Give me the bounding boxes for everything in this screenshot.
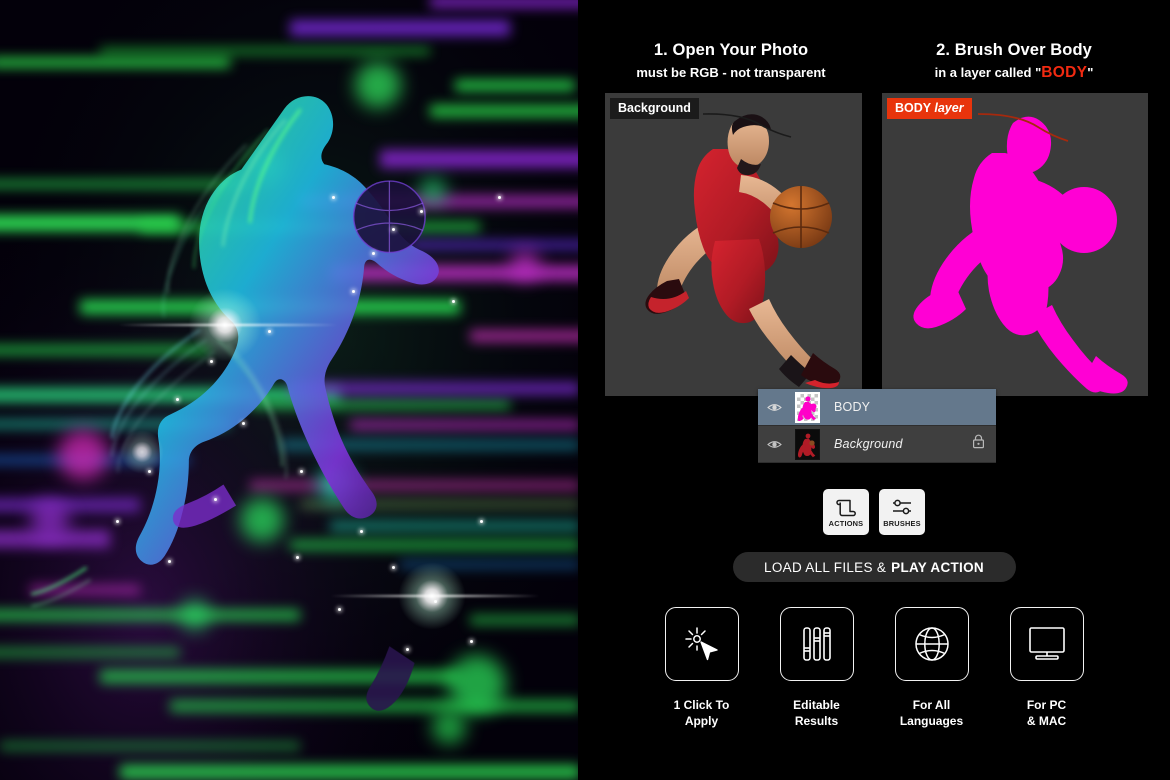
layer-row-body[interactable]: BODY [758,389,996,426]
feature-one-click-line1: 1 Click To [673,698,730,712]
load-button-row: LOAD ALL FILES & PLAY ACTION [578,552,1170,582]
load-button-text-bold: PLAY ACTION [891,559,984,575]
feature-one-click: 1 Click To Apply [660,607,744,729]
monitor-icon [1028,627,1065,660]
features-row: 1 Click To Apply Editable Results For Al… [578,607,1170,729]
body-layer-tag: BODY layer [887,98,972,119]
leader-line-body [977,111,1070,148]
actions-button-label: ACTIONS [828,519,864,528]
feature-editable: Editable Results [775,607,859,729]
layer-name-background: Background [834,437,903,451]
feature-languages-line1: For All [912,698,951,712]
feature-languages-label: For All Languages [900,697,963,729]
feature-one-click-label: 1 Click To Apply [674,697,730,729]
step-1-subtitle: must be RGB - not transparent [636,65,826,80]
instructions-panel: 1. Open Your Photo must be RGB - not tra… [578,0,1170,780]
neon-artwork [0,0,578,780]
layer-thumbnail-background [791,428,824,461]
layer-thumbnail-body [791,391,824,424]
body-layer-tag-italic: layer [934,101,964,115]
lens-flare-mid [120,430,164,474]
feature-pc-mac-box[interactable] [1009,607,1084,681]
feature-languages-box[interactable] [894,607,969,681]
load-button-text-regular: LOAD ALL FILES & [764,559,887,575]
eye-icon-background[interactable] [758,439,791,450]
feature-editable-line2: Results [794,714,839,728]
feature-pc-mac-line1: For PC [1026,698,1067,712]
globe-icon [914,627,949,661]
lock-icon [972,434,985,454]
lens-flare-bar-lower [330,595,540,597]
feature-languages: For All Languages [890,607,974,729]
background-tag: Background [610,98,699,119]
layer-row-background[interactable]: Background [758,426,996,463]
cursor-click-icon [684,627,718,661]
scroll-icon [836,499,856,517]
step-2-subtitle: in a layer called "BODY" [878,64,1150,81]
quote-close: " [1087,65,1094,80]
tool-buttons-row: ACTIONS BRUSHES [578,489,1170,535]
actions-button[interactable]: ACTIONS [823,489,869,535]
feature-languages-line2: Languages [899,714,964,728]
step-2-body-keyword: BODY [1041,64,1088,81]
lens-flare-bar-upper [118,324,338,326]
step-2-title: 2. Brush Over Body [936,41,1092,59]
layers-panel[interactable]: BODY Background [758,389,996,463]
feature-pc-mac-line2: & MAC [1026,714,1067,728]
preview-original-photo: Background [605,93,862,396]
brushes-button-label: BRUSHES [883,519,921,528]
step-1-title: 1. Open Your Photo [653,41,809,59]
preview-body-mask: BODY layer [882,93,1148,396]
step-2-subtitle-prefix: in a layer called [934,65,1032,80]
feature-editable-line1: Editable [793,698,840,712]
poster-root: 1. Open Your Photo must be RGB - not tra… [0,0,1170,780]
eye-icon-body[interactable] [758,402,791,413]
sliders-icon [893,499,911,515]
feature-editable-box[interactable] [779,607,854,681]
feature-editable-label: Editable Results [793,697,840,729]
feature-one-click-box[interactable] [664,607,739,681]
load-all-files-play-action-button[interactable]: LOAD ALL FILES & PLAY ACTION [732,552,1016,582]
feature-pc-mac: For PC & MAC [1005,607,1089,729]
step-1: 1. Open Your Photo must be RGB - not tra… [600,40,862,81]
brushes-button[interactable]: BRUSHES [879,489,925,535]
leader-line-background [702,111,793,144]
feature-pc-mac-label: For PC & MAC [1027,697,1066,729]
sliders-icon [802,627,831,661]
body-layer-tag-bold: BODY [895,101,931,115]
feature-one-click-line2: Apply [684,714,719,728]
step-2: 2. Brush Over Body in a layer called "BO… [878,40,1150,81]
layer-name-body: BODY [834,400,871,414]
player-figure [31,96,439,711]
